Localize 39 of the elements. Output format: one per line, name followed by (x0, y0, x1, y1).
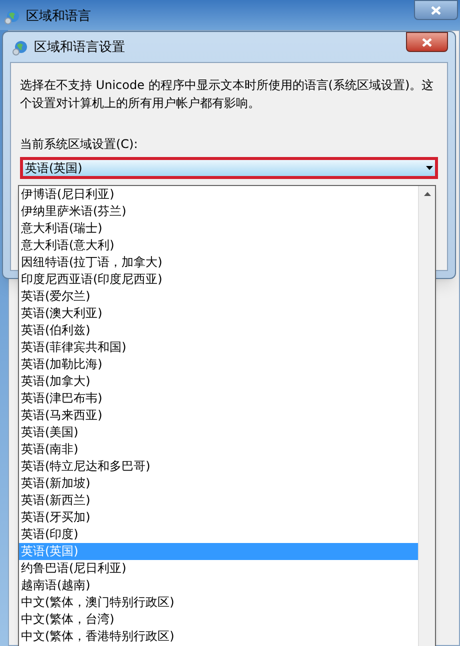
scroll-up-icon[interactable] (424, 192, 430, 196)
dropdown-option[interactable]: 英语(南非) (19, 441, 418, 458)
dialog-title: 区域和语言设置 (34, 39, 125, 57)
dropdown-option[interactable]: 伊博语(尼日利亚) (19, 186, 418, 203)
dropdown-option[interactable]: 意大利语(瑞士) (19, 220, 418, 237)
description-text: 选择在不支持 Unicode 的程序中显示文本时所使用的语言(系统区域设置)。这个设置对计算机上的所有用户帐户都有影响。 (20, 77, 435, 112)
dropdown-option[interactable]: 英语(伯利兹) (19, 322, 418, 339)
locale-label: 当前系统区域设置(C): (20, 136, 139, 152)
dropdown-option[interactable]: 因纽特语(拉丁语，加拿大) (19, 254, 418, 271)
dropdown-option[interactable]: 英语(爱尔兰) (19, 288, 418, 305)
close-icon (431, 6, 441, 14)
dropdown-option[interactable]: 约鲁巴语(尼日利亚) (19, 560, 418, 577)
dropdown-option[interactable]: 中文(繁体，香港特别行政区) (19, 628, 418, 645)
dropdown-option[interactable]: 英语(牙买加) (19, 509, 418, 526)
dropdown-option[interactable]: 伊纳里萨米语(芬兰) (19, 203, 418, 220)
dropdown-option[interactable]: 英语(马来西亚) (19, 407, 418, 424)
dropdown-option[interactable]: 英语(澳大利亚) (19, 305, 418, 322)
globe-icon (4, 8, 20, 25)
window-title: 区域和语言 (26, 8, 91, 26)
dropdown-option[interactable]: 英语(加勒比海) (19, 356, 418, 373)
dropdown-caret-icon (426, 166, 433, 170)
dropdown-option[interactable]: 英语(印度) (19, 526, 418, 543)
dropdown-option[interactable]: 印度尼西亚语(印度尼西亚) (19, 271, 418, 288)
close-icon (422, 38, 432, 46)
dropdown-option[interactable]: 英语(新西兰) (19, 492, 418, 509)
dropdown-option[interactable]: 英语(津巴布韦) (19, 390, 418, 407)
close-button[interactable] (406, 32, 448, 52)
dropdown-option[interactable]: 英语(新加坡) (19, 475, 418, 492)
dropdown-option[interactable]: 英语(菲律宾共和国) (19, 339, 418, 356)
dropdown-option[interactable]: 意大利语(意大利) (19, 237, 418, 254)
dropdown-option[interactable]: 越南语(越南) (19, 577, 418, 594)
close-button[interactable] (414, 0, 458, 20)
dropdown-option[interactable]: 中文(繁体，澳门特别行政区) (19, 594, 418, 611)
dropdown-option[interactable]: 中文(繁体，台湾) (19, 611, 418, 628)
dropdown-option[interactable]: 英语(特立尼达和多巴哥) (19, 458, 418, 475)
locale-dropdown[interactable]: 英语(英国) (20, 157, 438, 179)
dropdown-option[interactable]: 英语(美国) (19, 424, 418, 441)
dropdown-option[interactable]: 英语(加拿大) (19, 373, 418, 390)
globe-icon (12, 40, 28, 56)
